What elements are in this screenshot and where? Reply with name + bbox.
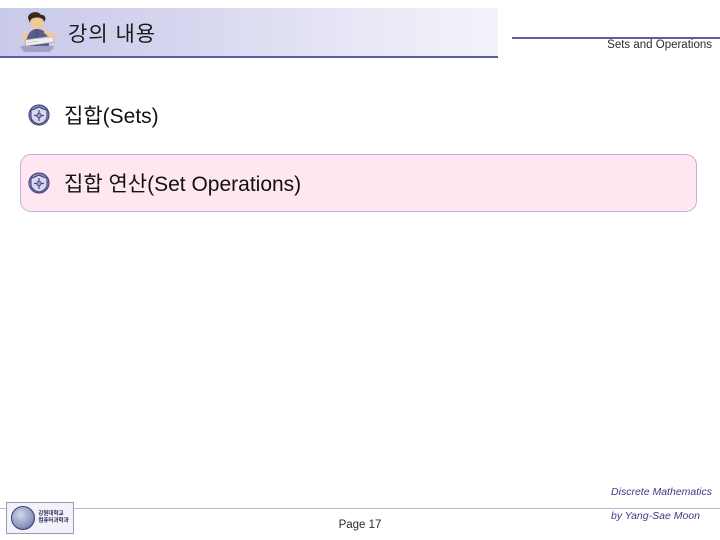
credit-line-1: Discrete Mathematics <box>611 486 712 498</box>
bullet-item-sets: 집합(Sets) <box>28 100 159 130</box>
credit-line-2: by Yang-Sae Moon <box>611 510 700 522</box>
reader-figure-icon <box>14 2 64 54</box>
page-title: 강의 내용 <box>68 23 157 46</box>
bullet-label: 집합 연산(Set Operations) <box>64 173 302 196</box>
crest-bullet-icon <box>28 104 50 126</box>
bullet-label: 집합(Sets) <box>64 105 159 128</box>
header-subject-label: Sets and Operations <box>607 39 712 51</box>
course-credit: Discrete Mathematics by Yang-Sae Moon <box>611 474 712 534</box>
bullet-item-set-operations: 집합 연산(Set Operations) <box>28 168 301 198</box>
crest-bullet-icon <box>28 172 50 194</box>
